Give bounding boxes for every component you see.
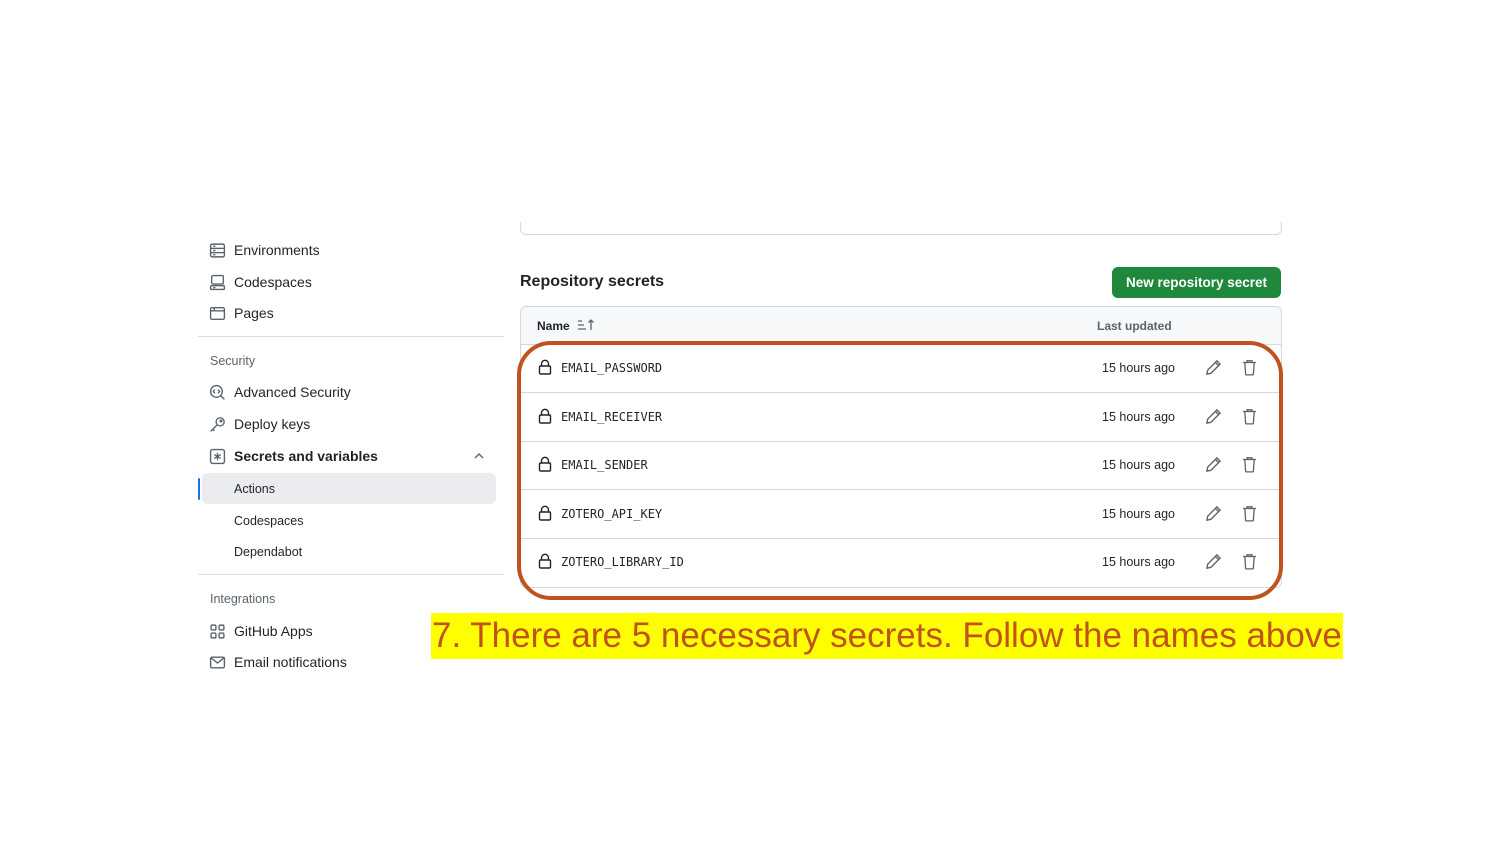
secret-last-updated: 15 hours ago [1102, 361, 1175, 375]
secret-last-updated: 15 hours ago [1102, 555, 1175, 569]
pencil-icon[interactable] [1205, 456, 1222, 473]
sidebar-item-label: Codespaces [234, 274, 312, 290]
pencil-icon[interactable] [1205, 505, 1222, 522]
integrations-group-heading: Integrations [210, 592, 276, 606]
sidebar-subitem-actions[interactable]: Actions [202, 473, 496, 504]
secret-last-updated: 15 hours ago [1102, 409, 1175, 424]
table-row: EMAIL_RECEIVER 15 hours ago [521, 393, 1281, 442]
sidebar-item-environments[interactable]: Environments [198, 235, 498, 265]
lock-icon [538, 408, 552, 424]
pencil-icon[interactable] [1205, 408, 1222, 425]
table-row: EMAIL_PASSWORD 15 hours ago [521, 344, 1281, 393]
sidebar-divider [198, 336, 504, 337]
lock-icon [538, 505, 552, 521]
secret-name: EMAIL_SENDER [561, 458, 648, 472]
apps-icon [209, 623, 226, 640]
annotation-caption: 7. There are 5 necessary secrets. Follow… [431, 613, 1343, 659]
sidebar-divider [198, 574, 504, 575]
sidebar-item-label: Email notifications [234, 654, 347, 670]
trash-icon[interactable] [1242, 408, 1257, 425]
secret-name: EMAIL_PASSWORD [561, 361, 663, 375]
sidebar-item-codespaces[interactable]: Codespaces [198, 267, 498, 297]
sidebar-subitem-label: Dependabot [234, 544, 303, 559]
sidebar-item-label: Deploy keys [234, 416, 311, 432]
trash-icon[interactable] [1242, 456, 1257, 473]
sidebar-item-secrets-and-variables[interactable]: Secrets and variables [198, 441, 498, 471]
table-row: EMAIL_SENDER 15 hours ago [521, 441, 1281, 490]
sidebar-item-pages[interactable]: Pages [198, 298, 498, 328]
active-indicator [198, 478, 200, 500]
sidebar-item-label: Advanced Security [234, 384, 351, 400]
secret-last-updated: 15 hours ago [1102, 506, 1175, 521]
sort-ascending-icon[interactable] [577, 318, 595, 332]
sidebar-item-label: Environments [234, 242, 320, 258]
secret-last-updated: 15 hours ago [1102, 458, 1175, 472]
browser-icon [209, 305, 226, 322]
sidebar-item-label: GitHub Apps [234, 623, 313, 639]
key-icon [209, 416, 226, 433]
sidebar-item-label: Secrets and variables [234, 448, 378, 464]
sidebar-subitem-label: Codespaces [234, 513, 304, 528]
trash-icon[interactable] [1242, 553, 1257, 570]
mail-icon [209, 654, 226, 671]
table-row: ZOTERO_LIBRARY_ID 15 hours ago [521, 538, 1281, 586]
table-header: Name Last updated [521, 307, 1281, 345]
chevron-up-icon[interactable] [472, 449, 486, 463]
sidebar-item-label: Pages [234, 305, 274, 321]
sidebar-subitem-label: Actions [234, 481, 275, 496]
secret-name: ZOTERO_LIBRARY_ID [561, 555, 684, 569]
sidebar-item-advanced-security[interactable]: Advanced Security [198, 377, 498, 407]
lock-icon [538, 553, 552, 569]
sidebar-subitem-codespaces[interactable]: Codespaces [202, 505, 496, 536]
secrets-table: Name Last updated EMAIL_PASSWORD 15 hours… [520, 306, 1282, 588]
previous-section-box [520, 222, 1282, 235]
server-icon [209, 242, 226, 259]
secret-name: ZOTERO_API_KEY [561, 506, 663, 521]
lock-icon [538, 359, 552, 375]
asterisk-box-icon [209, 448, 226, 465]
lock-icon [538, 456, 552, 472]
codespaces-icon [209, 274, 226, 291]
trash-icon[interactable] [1242, 359, 1257, 376]
secret-name: EMAIL_RECEIVER [561, 409, 663, 424]
pencil-icon[interactable] [1205, 359, 1222, 376]
trash-icon[interactable] [1242, 505, 1257, 522]
table-row: ZOTERO_API_KEY 15 hours ago [521, 490, 1281, 539]
sidebar-subitem-dependabot[interactable]: Dependabot [202, 536, 496, 567]
column-header-name[interactable]: Name [537, 319, 570, 333]
sidebar-item-deploy-keys[interactable]: Deploy keys [198, 409, 498, 439]
pencil-icon[interactable] [1205, 553, 1222, 570]
security-group-heading: Security [210, 354, 256, 368]
new-repository-secret-button[interactable]: New repository secret [1112, 267, 1281, 298]
section-title: Repository secrets [520, 273, 665, 290]
codescan-icon [209, 384, 226, 401]
column-header-last-updated: Last updated [1097, 319, 1172, 333]
